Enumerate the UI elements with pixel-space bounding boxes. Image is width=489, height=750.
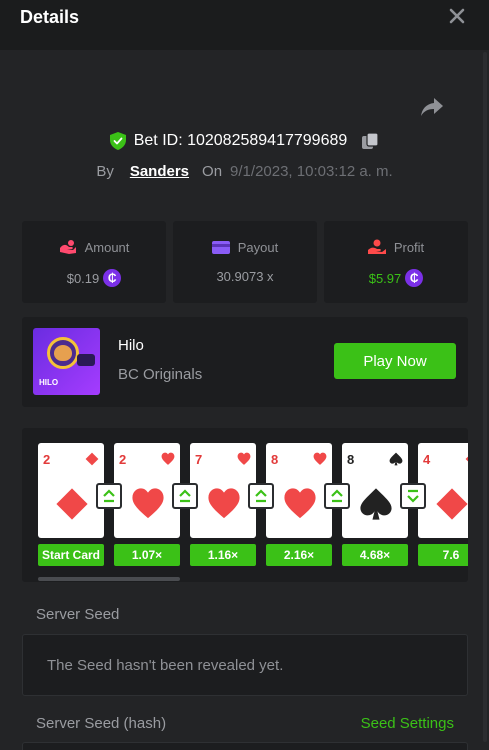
card-multiplier: 1.07× (114, 544, 180, 566)
payout-icon (211, 241, 230, 254)
username-link[interactable]: Sanders (130, 163, 189, 180)
game-provider: BC Originals (118, 366, 203, 383)
amount-label: Amount (84, 239, 130, 255)
playing-card: 8 (342, 443, 408, 538)
guess-higher-icon (172, 483, 198, 509)
play-now-button[interactable]: Play Now (334, 343, 456, 379)
heart-suit-icon (284, 488, 316, 519)
card-multiplier: Start Card (38, 544, 104, 566)
playing-card: 7 (190, 443, 256, 538)
spade-suit-icon (389, 452, 403, 466)
playing-card: 2 (114, 443, 180, 538)
modal-title: Details (20, 7, 80, 27)
card-rank: 2 (119, 452, 127, 467)
game-thumbnail-label: HILO (39, 378, 59, 387)
bet-id: Bet ID: 102082589417799689 (133, 132, 348, 149)
server-seed-value: The Seed hasn't been revealed yet. (47, 657, 284, 674)
guess-lower-icon (400, 483, 426, 509)
heart-suit-icon (132, 488, 164, 519)
payout-value: 30.9073 x (216, 269, 274, 284)
diamond-suit-icon (436, 488, 468, 520)
game-name: Hilo (118, 337, 144, 354)
coin-icon: ₵ (405, 269, 424, 287)
heart-suit-icon (208, 488, 240, 519)
bet-date: 9/1/2023, 10:03:12 a. m. (230, 162, 393, 180)
amount-value: $0.19 (66, 270, 100, 286)
card-rank: 2 (43, 452, 51, 467)
diamond-suit-icon (465, 456, 468, 462)
card-rank: 7 (195, 452, 203, 467)
profit-value: $5.97 (368, 270, 402, 286)
card-history[interactable]: 2 Start Card 2 1.07× 7 1.16× 8 2.16× 8 4.68× 4 7.6 (22, 428, 468, 582)
diamond-suit-icon (85, 452, 99, 466)
spade-suit-icon (360, 488, 392, 520)
card-multiplier: 2.16× (266, 544, 332, 566)
server-seed-label: Server Seed (36, 606, 120, 623)
card-rank: 8 (271, 452, 279, 467)
verified-shield-icon (109, 132, 126, 150)
server-seed-hash-label: Server Seed (hash) (36, 715, 167, 732)
profit-label: Profit (393, 239, 425, 255)
payout-stat: Payout 30.9073 x (173, 221, 317, 303)
card-rank: 8 (347, 452, 355, 467)
vertical-scrollbar[interactable] (483, 52, 487, 742)
guess-higher-icon (248, 483, 274, 509)
modal-header: Details (0, 0, 489, 50)
horizontal-scrollbar[interactable] (38, 577, 180, 581)
amount-stat: Amount $0.19 ₵ (22, 221, 166, 303)
close-icon[interactable] (447, 6, 467, 26)
by-label: By (96, 162, 114, 180)
card-multiplier: 4.68× (342, 544, 408, 566)
coin-icon: ₵ (103, 269, 122, 287)
game-thumbnail[interactable]: HILO (33, 328, 100, 395)
bet-meta-row: By Sanders On 9/1/2023, 10:03:12 a. m. (0, 160, 489, 182)
amount-icon (59, 240, 76, 254)
profit-icon (367, 239, 386, 254)
payout-label: Payout (237, 239, 279, 255)
profit-stat: Profit $5.97 ₵ (324, 221, 468, 303)
on-label: On (202, 162, 223, 180)
bet-id-row: Bet ID: 102082589417799689 (0, 130, 489, 152)
heart-suit-icon (161, 452, 175, 465)
diamond-suit-icon (56, 488, 88, 520)
card-rank: 4 (423, 452, 431, 467)
card-multiplier: 7.6 (418, 544, 468, 566)
card-multiplier: 1.16× (190, 544, 256, 566)
seed-settings-link[interactable]: Seed Settings (361, 715, 454, 732)
game-card: HILO Hilo BC Originals Play Now (22, 317, 468, 407)
guess-higher-icon (324, 483, 350, 509)
heart-suit-icon (313, 452, 327, 465)
server-seed-hash-box (22, 742, 468, 750)
server-seed-box: The Seed hasn't been revealed yet. (22, 634, 468, 696)
copy-icon[interactable] (361, 132, 379, 150)
heart-suit-icon (237, 452, 251, 465)
playing-card: 2 (38, 443, 104, 538)
share-icon[interactable] (420, 96, 444, 118)
guess-higher-icon (96, 483, 122, 509)
playing-card: 8 (266, 443, 332, 538)
